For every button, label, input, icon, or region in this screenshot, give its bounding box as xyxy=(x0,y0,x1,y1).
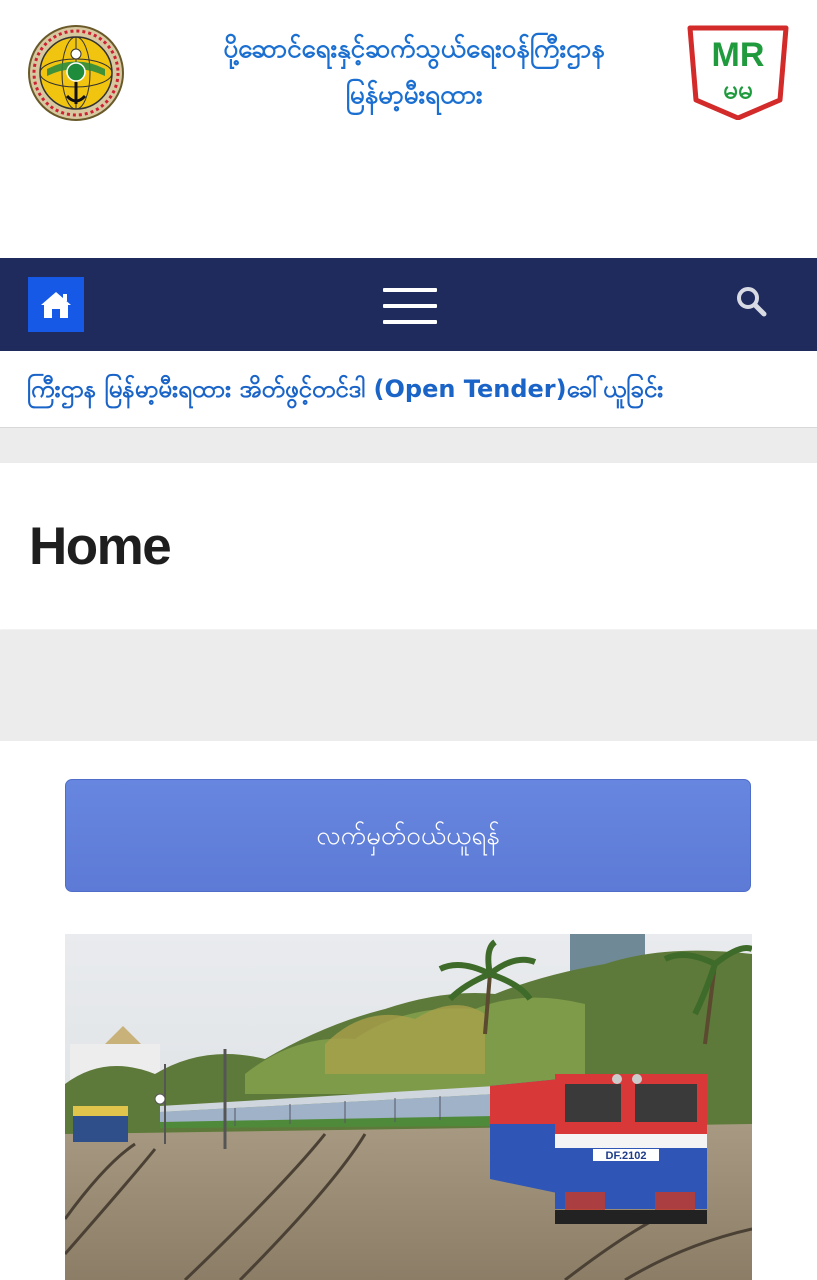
search-icon[interactable] xyxy=(734,284,768,318)
ministry-name: ပို့ဆောင်ရေးနှင့်ဆက်သွယ်ရေးဝန်ကြီးဌာန မြ… xyxy=(150,26,678,118)
separator-band-2 xyxy=(0,630,817,741)
mr-logo-icon[interactable]: MR မမ xyxy=(686,24,790,121)
home-icon xyxy=(41,291,71,318)
main-navbar xyxy=(0,258,817,351)
ministry-name-line1: ပို့ဆောင်ရေးနှင့်ဆက်သွယ်ရေးဝန်ကြီးဌာန xyxy=(223,34,605,64)
locomotive-number-label: DF.2102 xyxy=(606,1150,647,1162)
mr-logo-subtext: မမ xyxy=(723,75,753,105)
ministry-name-line2: မြန်မာ့မီးရထား xyxy=(345,80,483,110)
site-header: ပို့ဆောင်ရေးနှင့်ဆက်သွယ်ရေးဝန်ကြီးဌာန မြ… xyxy=(0,0,817,258)
page-title: Home xyxy=(29,517,172,576)
separator-band xyxy=(0,428,817,463)
mr-logo-text: MR xyxy=(712,36,765,74)
ticker-link[interactable]: ကြီးဌာန မြန်မာ့မီးရထား အိတ်ဖွင့်တင်ဒါ (O… xyxy=(27,371,663,407)
news-ticker: ကြီးဌာန မြန်မာ့မီးရထား အိတ်ဖွင့်တင်ဒါ (O… xyxy=(0,351,817,428)
ministry-emblem-icon[interactable] xyxy=(27,24,125,122)
home-button[interactable] xyxy=(28,277,84,332)
train-photo: DF.2102 xyxy=(65,934,752,1280)
page-title-section: Home xyxy=(0,463,817,629)
buy-ticket-button[interactable]: လက်မှတ်ဝယ်ယူရန် xyxy=(65,779,751,892)
hamburger-menu-icon[interactable] xyxy=(383,288,437,324)
